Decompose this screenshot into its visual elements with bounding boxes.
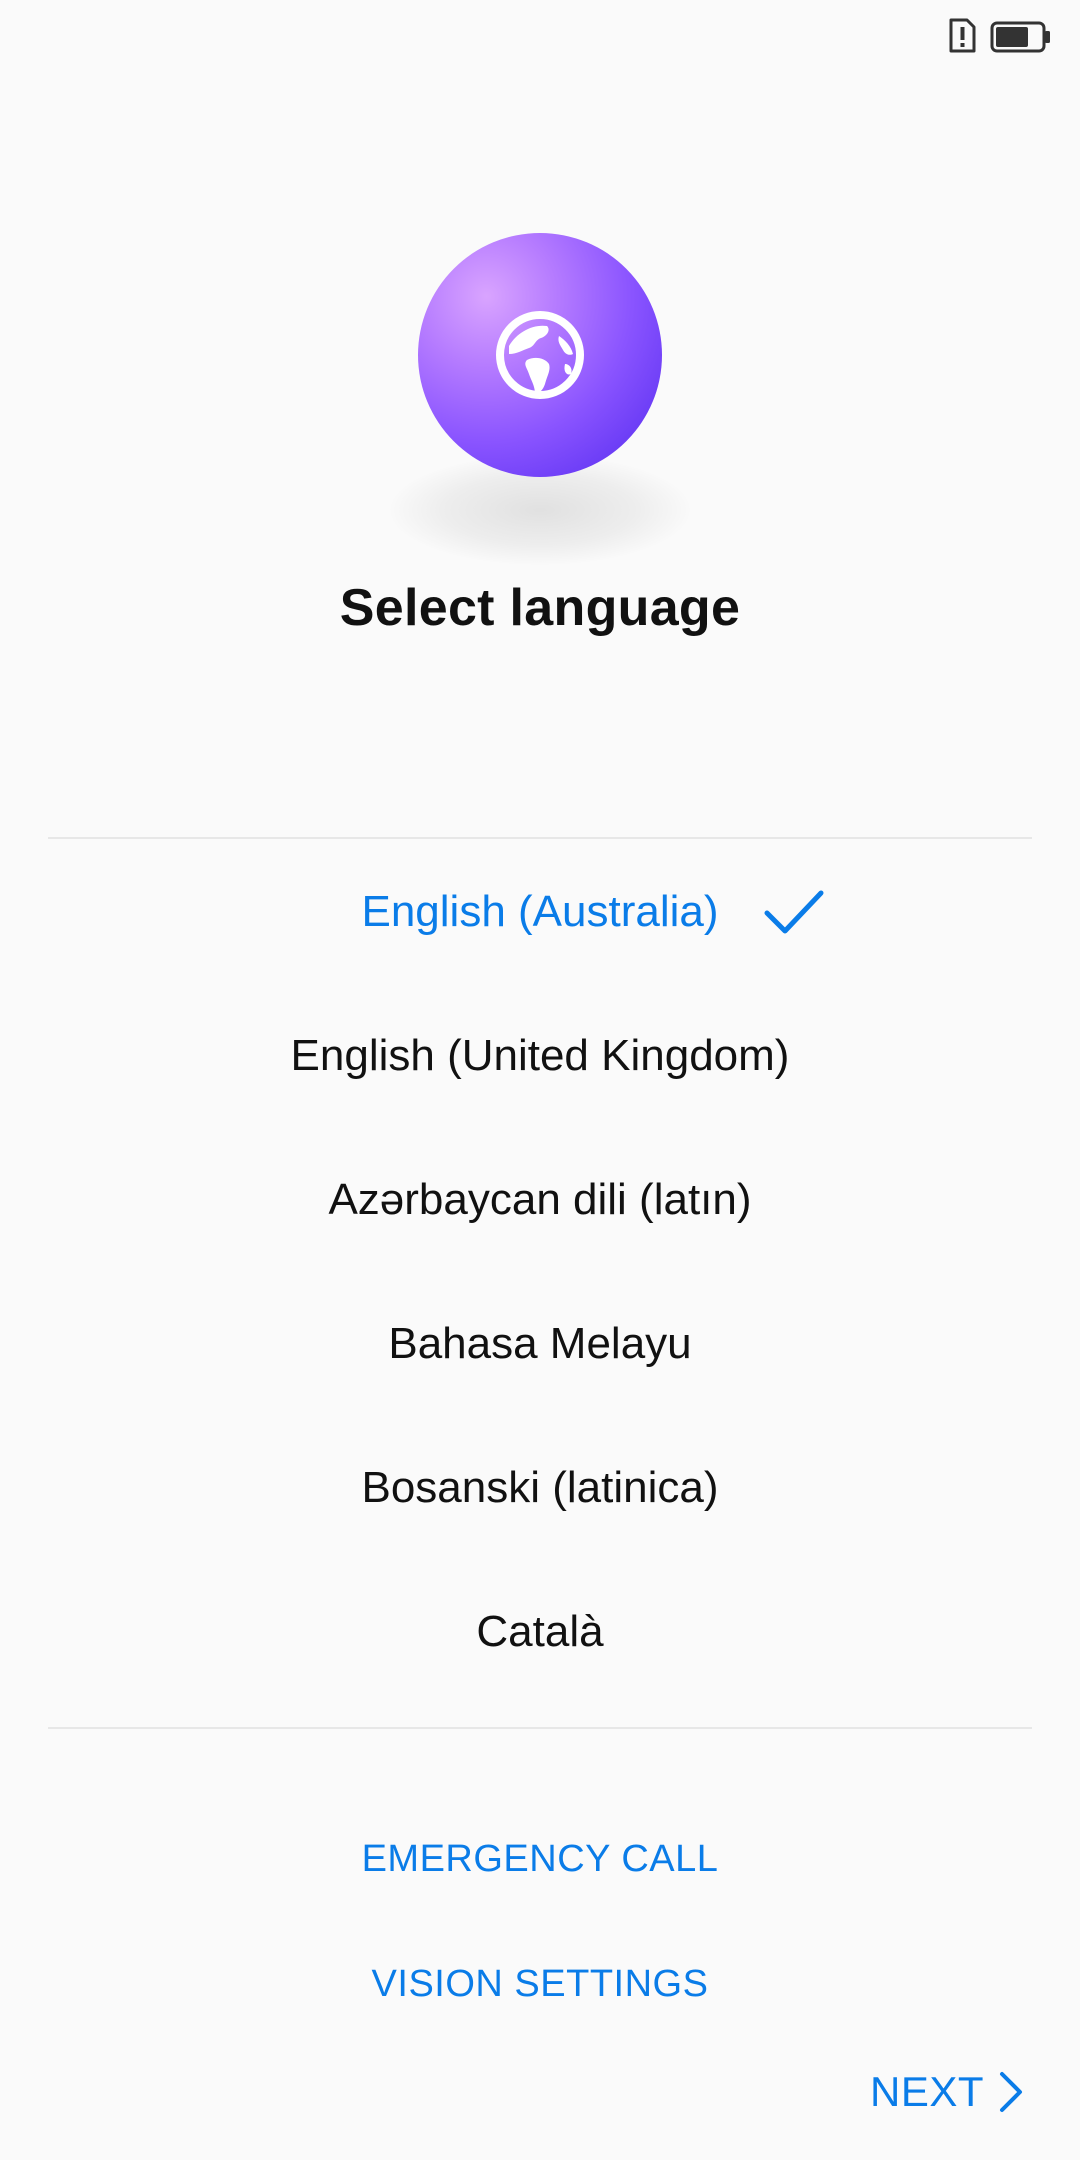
language-option-english-uk[interactable]: English (United Kingdom) [0,984,1080,1128]
language-label: English (United Kingdom) [290,1031,790,1080]
next-label: NEXT [870,2068,985,2115]
language-option-catalan[interactable]: Català [0,1560,1080,1704]
language-setup-screen: Select language English (Australia) Engl… [0,0,1080,2160]
language-label: Azərbaycan dili (latın) [328,1175,752,1224]
language-label: Bosanski (latinica) [361,1463,719,1512]
language-list: English (Australia) English (United King… [0,840,1080,1704]
vision-settings-button[interactable]: VISION SETTINGS [0,1963,1080,2006]
language-option-malay[interactable]: Bahasa Melayu [0,1272,1080,1416]
sim-card-alert-icon [949,18,976,53]
language-option-azerbaijani[interactable]: Azərbaycan dili (latın) [0,1128,1080,1272]
language-label: English (Australia) [361,887,719,936]
language-option-bosnian[interactable]: Bosanski (latinica) [0,1416,1080,1560]
list-bottom-divider [48,1727,1032,1729]
emergency-call-button[interactable]: EMERGENCY CALL [0,1838,1080,1881]
checkmark-icon [764,890,824,934]
globe-icon [496,311,584,399]
language-option-english-australia[interactable]: English (Australia) [0,840,1080,984]
language-label: Bahasa Melayu [388,1319,692,1368]
list-top-divider [48,837,1032,839]
battery-icon [990,21,1050,53]
page-title: Select language [339,579,741,637]
status-bar [0,0,1080,70]
chevron-right-icon [1000,2072,1023,2112]
next-button[interactable]: NEXT [870,2062,1024,2122]
language-label: Català [476,1607,604,1656]
